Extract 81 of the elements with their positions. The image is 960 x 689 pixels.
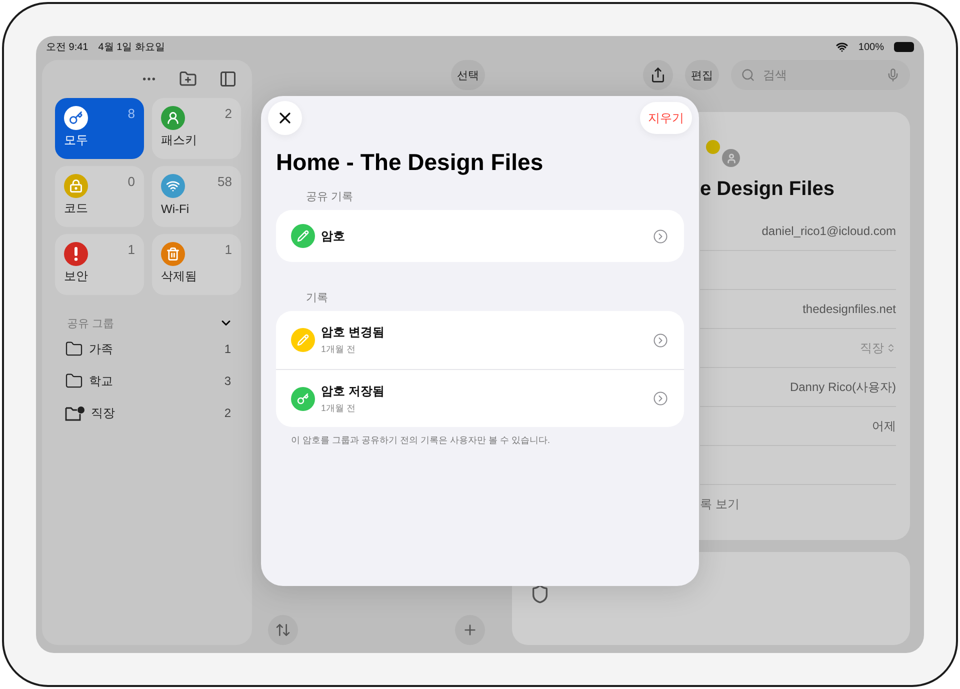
sort-button[interactable] — [268, 615, 298, 645]
group-count: 1 — [224, 342, 231, 356]
sheet-title: Home - The Design Files — [275, 148, 544, 177]
detail-title: e Design Files — [700, 178, 836, 202]
group-label[interactable]: 학교 — [89, 372, 113, 390]
edit-button[interactable]: 편집 — [685, 60, 719, 90]
battery-percent: 100% — [858, 42, 884, 52]
new-folder-icon[interactable] — [179, 70, 197, 88]
share-icon — [650, 67, 666, 83]
field-value: thedesignfiles.net — [802, 302, 896, 316]
section-title: 공유 그룹 — [67, 316, 114, 330]
chevron-icon — [653, 391, 668, 406]
category-tile[interactable]: 1 보안 — [55, 234, 144, 295]
lock-icon — [69, 179, 83, 193]
sort-icon — [275, 622, 291, 638]
search-bar[interactable]: 검색 — [731, 60, 910, 90]
group-label[interactable]: 가족 — [89, 340, 113, 358]
category-count: 1 — [128, 242, 135, 257]
history-link[interactable]: 록 보기 — [700, 496, 740, 513]
battery-icon — [894, 42, 914, 52]
add-button[interactable] — [455, 615, 485, 645]
up-down-chevron-icon — [886, 343, 896, 353]
wifi-icon — [836, 41, 848, 53]
exclamation-icon — [74, 247, 78, 261]
category-label: 코드 — [64, 200, 89, 217]
person-icon — [166, 111, 180, 125]
footer-note: 이 암호를 그룹과 공유하기 전의 기록은 사용자만 볼 수 있습니다. — [290, 434, 552, 447]
clear-button[interactable]: 지우기 — [640, 102, 692, 134]
shared-folder-icon — [65, 405, 85, 421]
chevron-icon — [653, 228, 668, 244]
history-label: 암호 — [321, 228, 346, 244]
folder-icon — [65, 340, 83, 358]
person-avatar — [722, 149, 740, 167]
history-row[interactable]: 암호 저장됨 1개월 전 — [276, 369, 684, 427]
shield-icon — [530, 584, 550, 604]
history-label: 암호 변경됨 — [321, 324, 386, 341]
folder-icon — [65, 372, 83, 390]
history-time: 1개월 전 — [321, 343, 357, 356]
section-header: 기록 — [305, 291, 329, 306]
history-time: 1개월 전 — [321, 402, 357, 414]
category-tile[interactable]: 1 삭제됨 — [152, 234, 241, 295]
chevron-icon — [653, 332, 668, 348]
category-count: 0 — [128, 174, 135, 189]
history-label: 암호 저장됨 — [321, 382, 386, 400]
status-time: 오전 9:41 — [46, 41, 88, 54]
category-count: 1 — [224, 242, 232, 257]
plus-icon — [462, 622, 478, 638]
key-icon — [297, 392, 309, 404]
category-tile[interactable]: 58 Wi-Fi — [152, 166, 241, 227]
wifi-icon — [166, 179, 180, 193]
search-icon — [741, 68, 755, 82]
close-button[interactable] — [268, 101, 302, 135]
category-count: 8 — [128, 106, 135, 121]
category-tile[interactable]: 8 모두 — [55, 98, 144, 159]
share-button[interactable] — [643, 60, 673, 90]
category-label: 모두 — [64, 132, 89, 149]
search-field[interactable]: 검색 — [761, 67, 880, 83]
sidebar-icon[interactable] — [219, 70, 237, 88]
pencil-icon — [297, 230, 309, 242]
status-date: 4월 1일 화요일 — [98, 41, 165, 54]
field-value: daniel_rico1@icloud.com — [762, 224, 896, 238]
category-label: Wi-Fi — [161, 202, 190, 216]
category-count: 2 — [224, 106, 232, 121]
group-count: 2 — [224, 406, 231, 420]
group-label[interactable]: 직장 — [91, 404, 115, 422]
section-header: 공유 기록 — [305, 190, 354, 205]
select-button[interactable]: 선택 — [451, 60, 485, 90]
category-tile[interactable]: 2 패스키 — [152, 98, 241, 159]
category-tile[interactable]: 0 코드 — [55, 166, 144, 227]
pencil-icon — [297, 334, 309, 346]
member-dot — [706, 140, 720, 154]
category-label: 삭제됨 — [161, 268, 198, 285]
category-label: 패스키 — [161, 132, 198, 149]
field-value: 어제 — [872, 418, 896, 434]
history-row[interactable]: 암호 변경됨 1개월 전 — [276, 311, 684, 369]
trash-icon — [166, 247, 180, 261]
category-count: 58 — [218, 174, 232, 189]
history-row[interactable]: 암호 — [276, 210, 684, 262]
category-label: 보안 — [64, 268, 89, 285]
field-value: Danny Rico(사용자) — [790, 378, 896, 396]
group-count: 3 — [224, 374, 231, 388]
